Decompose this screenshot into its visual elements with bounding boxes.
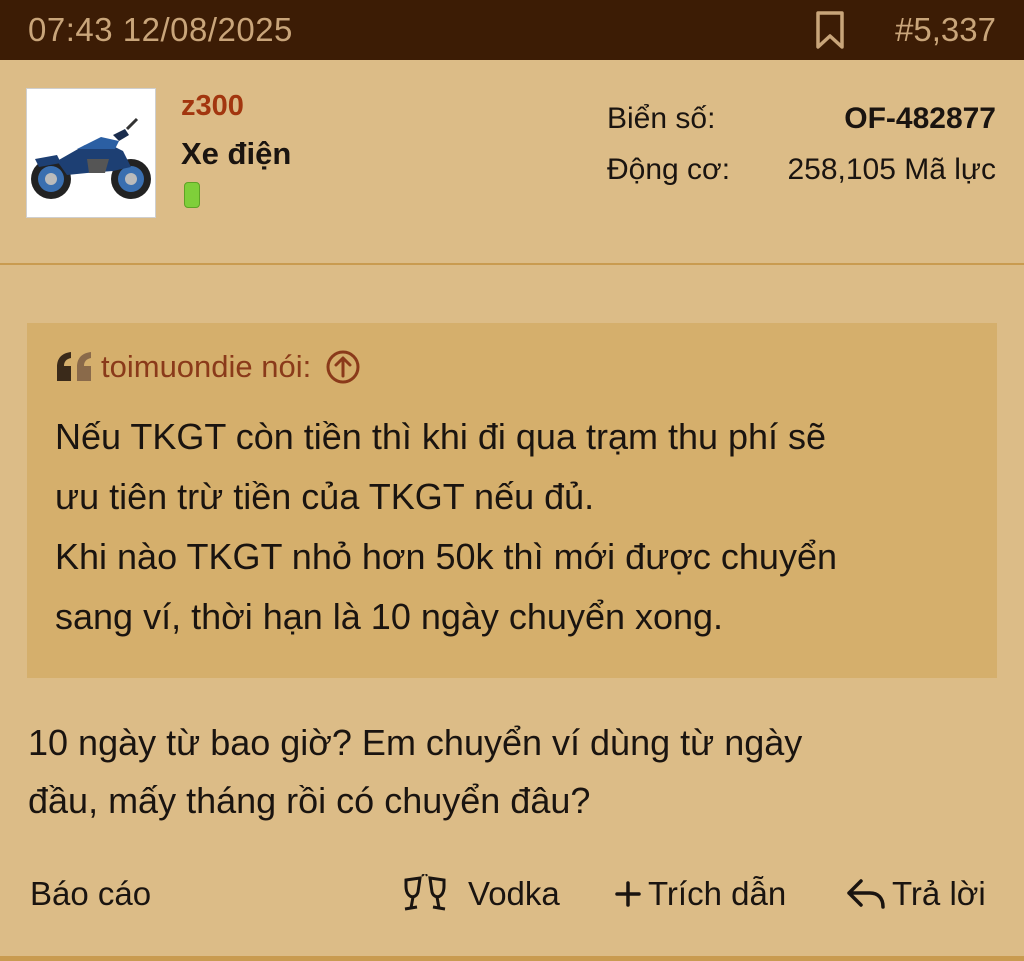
vodka-reaction-button[interactable]: Vodka bbox=[400, 868, 560, 920]
quote-line: Nếu TKGT còn tiền thì khi đi qua trạm th… bbox=[55, 416, 827, 457]
post-number-link[interactable]: #5,337 bbox=[895, 11, 996, 49]
username-link[interactable]: z300 bbox=[181, 90, 244, 123]
quote-author-link[interactable]: toimuondie nói: bbox=[101, 349, 311, 385]
plate-value: OF-482877 bbox=[844, 102, 996, 135]
post-actions-bar: Báo cáo Vodka Trích dẫn Trả lời bbox=[0, 868, 1024, 920]
quote-line: Khi nào TKGT nhỏ hơn 50k thì mới được ch… bbox=[55, 536, 837, 577]
cheers-glasses-icon bbox=[404, 874, 446, 911]
post-header-bar: 07:43 12/08/2025 #5,337 bbox=[0, 0, 1024, 60]
quote-line: sang ví, thời hạn là 10 ngày chuyển xong… bbox=[55, 596, 724, 637]
post-line: 10 ngày từ bao giờ? Em chuyển ví dùng từ… bbox=[28, 722, 803, 763]
bookmark-icon[interactable] bbox=[815, 10, 845, 50]
post-message: 10 ngày từ bao giờ? Em chuyển ví dùng từ… bbox=[28, 714, 988, 830]
post-line: đầu, mấy tháng rồi có chuyển đâu? bbox=[28, 780, 591, 821]
plus-icon bbox=[615, 881, 641, 907]
post-bottom-divider bbox=[0, 956, 1024, 961]
quote-button[interactable]: Trích dẫn bbox=[614, 868, 786, 920]
engine-label: Động cơ: bbox=[607, 153, 731, 186]
user-title: Xe điện bbox=[181, 136, 292, 171]
quote-mark-icon bbox=[57, 352, 91, 381]
reply-label: Trả lời bbox=[892, 875, 986, 912]
vodka-label: Vodka bbox=[468, 875, 560, 912]
report-button[interactable]: Báo cáo bbox=[30, 868, 151, 920]
user-avatar[interactable] bbox=[26, 88, 156, 218]
plate-label: Biển số: bbox=[607, 102, 716, 135]
report-label: Báo cáo bbox=[30, 875, 152, 912]
reply-arrow-icon bbox=[847, 879, 885, 909]
quote-block: toimuondie nói: Nếu TKGT còn tiền thì kh… bbox=[27, 323, 997, 678]
quote-header[interactable]: toimuondie nói: bbox=[55, 349, 969, 385]
jump-to-quote-icon[interactable] bbox=[325, 349, 361, 385]
user-block-divider bbox=[0, 263, 1024, 265]
online-status-icon bbox=[184, 182, 200, 208]
user-info-block: z300 Xe điện Biển số: OF-482877 Động cơ:… bbox=[0, 60, 1024, 263]
post-timestamp[interactable]: 07:43 12/08/2025 bbox=[28, 11, 293, 49]
quote-label: Trích dẫn bbox=[648, 875, 787, 912]
motorcycle-icon bbox=[27, 89, 155, 217]
reply-button[interactable]: Trả lời bbox=[846, 868, 986, 920]
quote-text: Nếu TKGT còn tiền thì khi đi qua trạm th… bbox=[55, 407, 969, 647]
engine-value: 258,105 Mã lực bbox=[787, 153, 996, 186]
quote-line: ưu tiên trừ tiền của TKGT nếu đủ. bbox=[55, 476, 595, 517]
